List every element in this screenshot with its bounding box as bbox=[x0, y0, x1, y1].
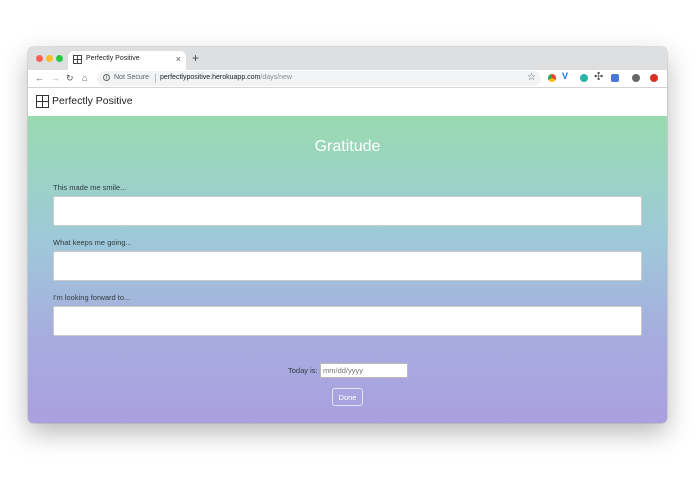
minimize-window-button[interactable] bbox=[46, 55, 53, 62]
tab-title: Perfectly Positive bbox=[86, 55, 140, 62]
v-extension-icon[interactable]: V bbox=[562, 71, 568, 81]
color-wheel-icon[interactable] bbox=[548, 74, 556, 82]
back-arrow-icon[interactable]: ← bbox=[35, 72, 44, 84]
page-title: Gratitude bbox=[314, 138, 381, 155]
reload-icon[interactable]: ↻ bbox=[66, 72, 74, 84]
teal-circle-icon[interactable] bbox=[580, 74, 588, 82]
security-label: Not Secure bbox=[114, 74, 150, 81]
date-input[interactable] bbox=[320, 363, 408, 378]
smile-textarea[interactable] bbox=[53, 196, 642, 226]
plus-logo-icon[interactable] bbox=[36, 95, 49, 108]
keeps-going-label: What keeps me going... bbox=[53, 238, 132, 247]
done-button[interactable]: Done bbox=[332, 388, 363, 406]
close-window-button[interactable] bbox=[36, 55, 43, 62]
keeps-going-textarea[interactable] bbox=[53, 251, 642, 281]
browser-window: Perfectly Positive × + ← → ↻ ⌂ i Not Sec… bbox=[28, 47, 667, 423]
gratitude-form: Gratitude This made me smile... What kee… bbox=[28, 116, 667, 423]
camera-icon[interactable] bbox=[611, 74, 619, 82]
date-label: Today is: bbox=[288, 366, 318, 375]
red-circle-icon[interactable] bbox=[650, 74, 658, 82]
looking-forward-textarea[interactable] bbox=[53, 306, 642, 336]
browser-toolbar: ← → ↻ ⌂ i Not Secure perfectlypositive.h… bbox=[28, 70, 667, 88]
new-tab-icon[interactable]: + bbox=[192, 51, 199, 65]
smile-label: This made me smile... bbox=[53, 183, 127, 192]
url-path: /days/new bbox=[260, 74, 292, 81]
forward-arrow-icon[interactable]: → bbox=[51, 72, 60, 84]
maximize-window-button[interactable] bbox=[56, 55, 63, 62]
home-icon[interactable]: ⌂ bbox=[82, 72, 87, 84]
url-host: perfectlypositive.herokuapp.com bbox=[160, 74, 261, 81]
favicon-icon bbox=[73, 55, 82, 64]
address-bar[interactable]: i Not Secure perfectlypositive.herokuapp… bbox=[97, 71, 541, 86]
tab-perfectly-positive[interactable]: Perfectly Positive × bbox=[68, 51, 186, 70]
info-icon[interactable]: i bbox=[103, 74, 110, 81]
tab-strip: Perfectly Positive × + bbox=[28, 47, 667, 70]
brand-name[interactable]: Perfectly Positive bbox=[52, 95, 133, 107]
profile-avatar-icon[interactable] bbox=[632, 74, 640, 82]
bookmark-star-icon[interactable]: ☆ bbox=[527, 72, 536, 84]
url-text[interactable]: perfectlypositive.herokuapp.com/days/new bbox=[160, 74, 292, 81]
tab-close-icon[interactable]: × bbox=[176, 54, 181, 64]
site-navbar: Perfectly Positive bbox=[28, 88, 667, 116]
date-row: Today is: bbox=[28, 363, 667, 378]
crosshair-icon[interactable]: ✣ bbox=[594, 70, 603, 83]
address-separator bbox=[155, 74, 156, 83]
looking-forward-label: I'm looking forward to... bbox=[53, 293, 131, 302]
